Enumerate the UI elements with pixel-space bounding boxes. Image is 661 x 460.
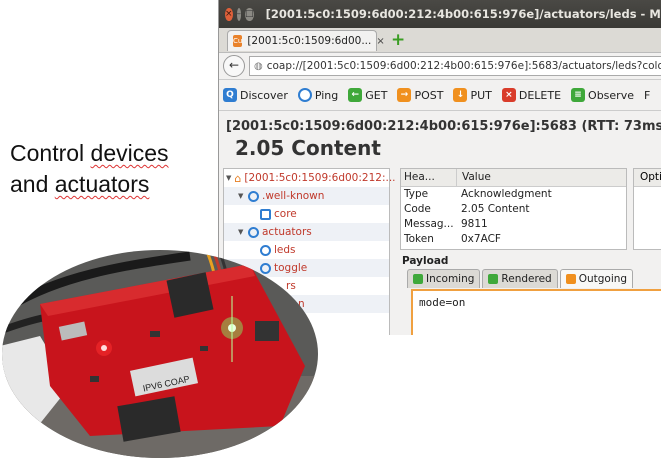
title-bar: × – □ [2001:5c0:1509:6d00:212:4b00:615:9… — [219, 0, 661, 28]
col-header-value[interactable]: Value — [457, 169, 491, 186]
response-code: 2.05 Content — [235, 136, 381, 160]
post-icon: → — [397, 88, 412, 102]
observe-button[interactable]: ≡ Observe — [571, 88, 634, 102]
rendered-icon — [488, 274, 499, 284]
caption-word-actuators: actuators — [54, 171, 150, 197]
payload-editor[interactable]: mode=on — [411, 289, 661, 335]
tab-rendered-label: Rendered — [501, 273, 552, 285]
slide-caption: Control devices and actuators — [10, 138, 210, 200]
ping-label: Ping — [314, 88, 339, 102]
header-value: 0x7ACF — [461, 233, 501, 245]
header-key: Messag... — [404, 218, 454, 230]
delete-icon: × — [501, 88, 516, 102]
tab-incoming-label: Incoming — [426, 273, 475, 285]
headers-table: Hea... Value Type Acknowledgment Code 2.05… — [400, 168, 627, 250]
get-icon: ← — [348, 88, 363, 102]
put-label: PUT — [470, 88, 492, 102]
url-text: coap://[2001:5c0:1509:6d00:212:4b00:615:… — [266, 60, 661, 72]
put-icon: ↓ — [453, 88, 468, 102]
more-label: F — [643, 88, 651, 102]
home-icon: ⌂ — [234, 171, 242, 185]
tree-node-core[interactable]: core — [224, 205, 389, 223]
payload-label: Payload — [402, 255, 449, 267]
post-button[interactable]: → POST — [397, 88, 443, 102]
discover-button[interactable]: Q Discover — [223, 88, 288, 102]
observe-icon: ≡ — [571, 88, 586, 102]
table-row[interactable]: Messag... 9811 — [401, 217, 626, 232]
tab-outgoing-label: Outgoing — [578, 273, 628, 285]
new-tab-button[interactable]: + — [391, 32, 405, 49]
url-bar: ← ◍ coap://[2001:5c0:1509:6d00:212:4b00:6… — [219, 53, 661, 80]
tab-incoming[interactable]: Incoming — [407, 269, 481, 288]
caption-word-devices: devices — [90, 140, 169, 166]
more-button[interactable]: F — [644, 89, 650, 102]
copper-icon: Cu — [233, 35, 243, 47]
globe-icon: ◍ — [254, 61, 263, 72]
tab-title: [2001:5c0:1509:6d00... — [247, 35, 372, 47]
get-label: GET — [365, 88, 388, 102]
url-input[interactable]: ◍ coap://[2001:5c0:1509:6d00:212:4b00:615… — [249, 56, 661, 76]
discover-icon: Q — [223, 88, 237, 102]
expand-icon: ▼ — [238, 192, 244, 200]
window-close-button[interactable]: × — [225, 7, 233, 21]
col-header-options[interactable]: Opti — [634, 169, 661, 187]
expand-icon: ▼ — [226, 174, 232, 182]
tab-bar: Cu [2001:5c0:1509:6d00... × + — [219, 28, 661, 53]
delete-button[interactable]: × DELETE — [501, 88, 562, 102]
tree-label-well-known: .well-known — [262, 190, 325, 202]
red-led — [101, 345, 107, 351]
caption-line-2: and actuators — [10, 171, 150, 197]
response-address: [2001:5c0:1509:6d00:212:4b00:615:976e]:5… — [226, 119, 661, 134]
observe-label: Observe — [588, 88, 634, 102]
payload-tabs: Incoming Rendered Outgoing — [407, 269, 634, 288]
header-value: Acknowledgment — [461, 188, 552, 200]
header-key: Token — [404, 233, 434, 245]
header-value: 2.05 Content — [461, 203, 530, 215]
col-header-key[interactable]: Hea... — [401, 169, 457, 186]
header-value: 9811 — [461, 218, 488, 230]
window-minimize-button[interactable]: – — [236, 7, 242, 21]
discover-label: Discover — [240, 88, 288, 102]
incoming-icon — [413, 274, 423, 284]
window-maximize-button[interactable]: □ — [245, 7, 254, 21]
table-row[interactable]: Token 0x7ACF — [401, 232, 626, 247]
header-key: Code — [404, 203, 431, 215]
outgoing-icon — [565, 274, 576, 284]
tab-outgoing[interactable]: Outgoing — [559, 269, 634, 288]
put-button[interactable]: ↓ PUT — [453, 88, 492, 102]
tab-coap[interactable]: Cu [2001:5c0:1509:6d00... × — [227, 30, 385, 51]
post-label: POST — [414, 88, 444, 102]
tree-label-core: core — [274, 208, 297, 220]
ping-button[interactable]: Ping — [297, 88, 339, 102]
headers-table-head: Hea... Value — [401, 169, 626, 187]
ping-icon — [297, 88, 312, 102]
caption-line-1: Control devices — [10, 140, 169, 166]
resource-icon — [260, 208, 271, 220]
table-row[interactable]: Type Acknowledgment — [401, 187, 626, 202]
window-title: [2001:5c0:1509:6d00:212:4b00:615:976e]/a… — [265, 7, 661, 21]
expand-icon: ▼ — [238, 228, 244, 236]
delete-label: DELETE — [518, 88, 562, 102]
tree-node-root[interactable]: ▼ ⌂ [2001:5c0:1509:6d00:212:... — [224, 169, 396, 187]
get-button[interactable]: ← GET — [348, 88, 387, 102]
tree-label-root: [2001:5c0:1509:6d00:212:... — [244, 172, 396, 184]
tab-rendered[interactable]: Rendered — [482, 269, 558, 288]
tab-close-button[interactable]: × — [376, 36, 384, 47]
board-photo: IPV6 COAP — [2, 250, 318, 458]
coap-toolbar: Q Discover Ping ← GET → POST ↓ PUT × DELETE ≡… — [219, 80, 661, 111]
header-key: Type — [404, 188, 429, 200]
connector — [166, 272, 214, 318]
payload-text: mode=on — [419, 296, 466, 309]
options-table: Opti — [633, 168, 661, 250]
folder-icon — [248, 190, 259, 202]
back-button[interactable]: ← — [223, 55, 245, 77]
tree-node-well-known[interactable]: ▼ .well-known — [224, 187, 389, 205]
table-row[interactable]: Code 2.05 Content — [401, 202, 626, 217]
